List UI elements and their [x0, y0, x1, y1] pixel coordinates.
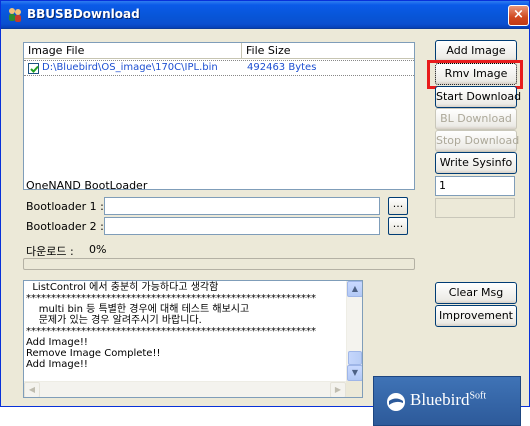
add-image-button[interactable]: Add Image	[435, 40, 517, 62]
log-line: ****************************************…	[26, 293, 316, 304]
bootloader2-label: Bootloader 2 :	[26, 220, 104, 233]
list-header: Image File File Size	[24, 43, 414, 59]
scroll-down-icon[interactable]: ▼	[347, 365, 362, 381]
improvement-button[interactable]: Improvement	[435, 305, 517, 327]
bootloader1-browse-button[interactable]: ...	[388, 197, 408, 215]
bootloader1-input[interactable]	[104, 197, 380, 215]
logo-brand: Bluebird	[410, 390, 470, 409]
bluebird-logo-icon	[387, 393, 405, 411]
write-sysinfo-button[interactable]: Write Sysinfo	[435, 152, 517, 174]
close-icon: ×	[513, 7, 524, 22]
sysinfo-field-1[interactable]: 1	[435, 176, 515, 196]
column-header-file-size[interactable]: File Size	[242, 43, 412, 58]
start-download-button[interactable]: Start Download	[435, 86, 521, 108]
download-percent: 0%	[89, 243, 107, 256]
bootloader2-input[interactable]	[104, 217, 380, 235]
download-progress-bar	[23, 258, 415, 270]
title-bar[interactable]: BBUSBDownload ×	[1, 1, 529, 29]
image-file-path: D:\Bluebird\OS_image\170C\IPL.bin	[42, 62, 218, 73]
sysinfo-field-2	[435, 198, 515, 218]
log-lines: ListControl 에서 충분히 가능하다고 생각함 ************…	[26, 282, 344, 370]
message-log[interactable]: ListControl 에서 충분히 가능하다고 생각함 ************…	[23, 280, 363, 398]
log-line: Add Image!!	[26, 337, 88, 348]
remove-image-button[interactable]: Rmv Image	[435, 63, 517, 85]
scroll-left-icon[interactable]: ◀	[24, 382, 40, 397]
list-item[interactable]: D:\Bluebird\OS_image\170C\IPL.bin 492463…	[24, 60, 414, 76]
clear-msg-button[interactable]: Clear Msg	[435, 282, 517, 304]
bootloader1-label: Bootloader 1 :	[26, 200, 104, 213]
bluebird-soft-logo: BluebirdSoft	[373, 376, 521, 426]
app-window: BBUSBDownload × Image File File Size D:\…	[0, 0, 530, 426]
check-icon	[30, 65, 39, 73]
logo-text: BluebirdSoft	[410, 390, 486, 410]
onenand-bootloader-label: OneNAND BootLoader	[26, 179, 148, 192]
column-header-image-file[interactable]: Image File	[24, 43, 242, 58]
log-line: Remove Image Complete!!	[26, 348, 161, 359]
logo-brand-sup: Soft	[469, 390, 487, 402]
window-title: BBUSBDownload	[27, 7, 140, 21]
scroll-corner	[346, 381, 362, 397]
log-line: Add Image!!	[26, 359, 88, 370]
download-label: 다운로드 :	[26, 245, 74, 258]
log-line: multi bin 등 특별한 경우에 대해 테스트 해보시고	[26, 304, 250, 315]
dialog-body: Image File File Size D:\Bluebird\OS_imag…	[1, 30, 529, 426]
close-button[interactable]: ×	[508, 5, 529, 26]
log-line: 문제가 있는 경우 알려주시기 바랍니다.	[26, 315, 202, 326]
bl-download-button[interactable]: BL Download	[435, 108, 517, 130]
stop-download-button[interactable]: Stop Download	[435, 130, 519, 152]
image-file-list[interactable]: Image File File Size D:\Bluebird\OS_imag…	[23, 42, 415, 190]
image-checkbox[interactable]	[28, 63, 39, 74]
app-icon	[7, 7, 23, 23]
scroll-thumb[interactable]	[348, 351, 362, 365]
image-file-size: 492463 Bytes	[247, 62, 317, 73]
log-line: ListControl 에서 충분히 가능하다고 생각함	[26, 282, 219, 293]
scroll-up-icon[interactable]: ▲	[347, 281, 362, 297]
scroll-right-icon[interactable]: ▶	[330, 382, 346, 397]
log-line: ****************************************…	[26, 326, 316, 337]
log-horizontal-scrollbar[interactable]: ◀ ▶	[24, 381, 346, 397]
bootloader2-browse-button[interactable]: ...	[388, 217, 408, 235]
log-vertical-scrollbar[interactable]: ▲ ▼	[346, 281, 362, 381]
